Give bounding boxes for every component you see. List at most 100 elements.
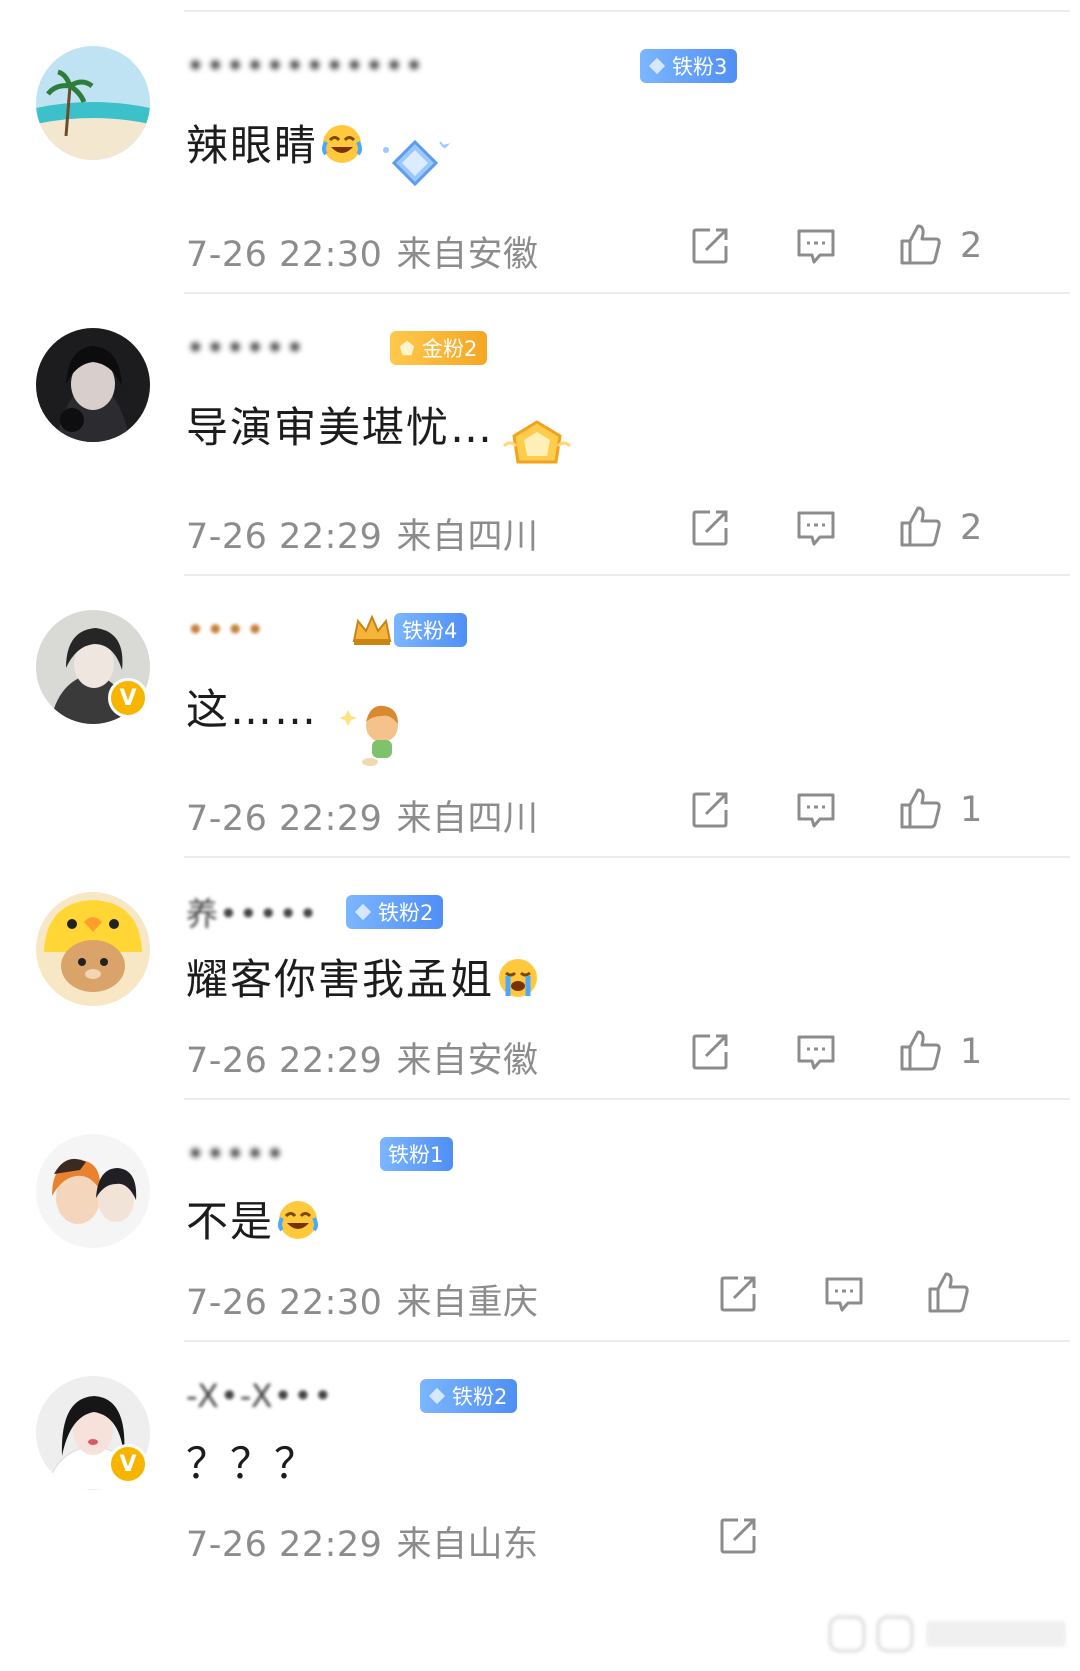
verified-badge-icon: V [108,1444,148,1484]
share-icon [692,510,728,546]
share-button[interactable] [688,506,732,550]
timestamp: 7-26 22:29 [186,1525,383,1565]
username[interactable]: •••• [186,611,336,649]
share-icon [692,1034,728,1070]
like-count: 1 [960,1032,983,1072]
comment-text: ？？？ [186,1439,319,1488]
fan-badge-label: 铁粉2 [378,901,434,925]
timestamp: 7-26 22:29 [186,517,383,557]
location: 来自四川 [396,517,539,557]
divider [184,856,1070,858]
name-row: -X•-X••• 铁粉2 [186,1376,518,1416]
comment-text: 导演审美堪忧… [186,403,495,452]
like-button[interactable] [898,1028,942,1072]
avatar[interactable] [36,1134,150,1248]
fan-badge: 铁粉2 [346,895,444,929]
username[interactable]: 养••••• [186,889,332,935]
thumbs-up-icon [900,224,941,265]
like-count: 2 [960,226,983,266]
timestamp: 7-26 22:29 [186,1041,383,1081]
location: 来自山东 [396,1525,539,1565]
chibi-sticker-icon [340,705,398,766]
comment-text-content: 辣眼睛 [186,121,319,170]
name-row: ••••• 铁粉1 [186,1134,454,1174]
name-row: •••••• 金粉2 [186,328,488,368]
diamond-icon [354,903,372,921]
comment-text: 不是 [186,1188,320,1249]
laugh-cry-emoji-icon [278,1201,319,1239]
comment-item: •••••• 金粉2 导演审美堪忧… 7-26 22:29 来自四川 2 [0,282,1080,582]
comment-text-content: 耀客你害我孟姐 [186,955,495,1004]
comment-meta: 7-26 22:29 来自四川 [186,790,538,841]
comment-text-content: 不是 [186,1197,275,1246]
reply-button[interactable] [794,1030,838,1074]
timestamp: 7-26 22:30 [186,1283,383,1323]
timestamp: 7-26 22:30 [186,235,383,275]
location: 来自安徽 [396,235,539,275]
fan-badge: 铁粉3 [640,49,738,83]
comment-icon [797,1035,835,1070]
fan-badge: 铁粉4 [394,613,468,647]
avatar[interactable] [36,892,150,1006]
avatar[interactable] [36,46,150,160]
fan-badge-label: 铁粉3 [672,55,728,79]
thumbs-up-icon [900,506,941,547]
comment-text: 辣眼睛 [186,112,364,173]
name-row: 养••••• 铁粉2 [186,889,444,935]
fan-badge: 金粉2 [390,331,488,365]
reply-button[interactable] [794,506,838,550]
watermark-icon [828,1615,1066,1653]
comment-text: 耀客你害我孟姐 [186,946,540,1007]
comment-meta: 7-26 22:29 来自安徽 [186,1032,538,1083]
name-row: •••• 铁粉4 [186,610,468,650]
diamond-icon [428,1387,446,1405]
thumbs-up-icon [900,1030,941,1071]
reply-button[interactable] [794,788,838,832]
laugh-cry-emoji-icon [322,125,363,163]
like-button[interactable] [926,1270,970,1314]
comment-meta: 7-26 22:30 来自重庆 [186,1274,538,1325]
divider [184,10,1070,12]
comment-icon [797,229,835,264]
crown-gem-icon [399,340,415,356]
like-count: 1 [960,790,983,830]
diamond-decoration-icon [383,139,450,187]
reply-button[interactable] [822,1272,866,1316]
fan-badge-label: 金粉2 [422,337,478,361]
like-button[interactable] [898,504,942,548]
reply-button[interactable] [794,224,838,268]
thumbs-up-icon [928,1272,969,1313]
share-button[interactable] [716,1514,760,1558]
share-button[interactable] [716,1272,760,1316]
divider [184,1340,1070,1342]
comment-text: 这…… [186,685,319,734]
fan-badge: 铁粉1 [380,1137,454,1171]
divider [184,292,1070,294]
location: 来自安徽 [396,1041,539,1081]
fan-badge-label: 铁粉1 [388,1143,444,1167]
comment-meta: 7-26 22:29 来自四川 [186,508,538,559]
comment-item: V •••• 铁粉4 这…… 7-26 22:29 来自四川 1 [0,564,1080,864]
username[interactable]: •••••••••••• [186,47,626,85]
share-button[interactable] [688,224,732,268]
comment-meta: 7-26 22:29 来自山东 [186,1516,538,1567]
gold-gem-decoration-icon [502,420,572,464]
share-button[interactable] [688,788,732,832]
username[interactable]: ••••• [186,1135,366,1173]
share-button[interactable] [688,1030,732,1074]
like-count: 2 [960,508,983,548]
name-row: •••••••••••• 铁粉3 [186,46,738,86]
crown-icon [352,614,392,645]
username[interactable]: •••••• [186,329,376,367]
verified-badge-icon: V [108,678,148,718]
like-button[interactable] [898,222,942,266]
like-button[interactable] [898,786,942,830]
fan-badge-label: 铁粉4 [402,619,458,643]
comment-icon [797,793,835,828]
comment-meta: 7-26 22:30 来自安徽 [186,226,538,277]
share-icon [720,1518,756,1554]
avatar[interactable] [36,328,150,442]
username[interactable]: -X•-X••• [186,1377,406,1415]
share-icon [720,1276,756,1312]
share-icon [692,228,728,264]
